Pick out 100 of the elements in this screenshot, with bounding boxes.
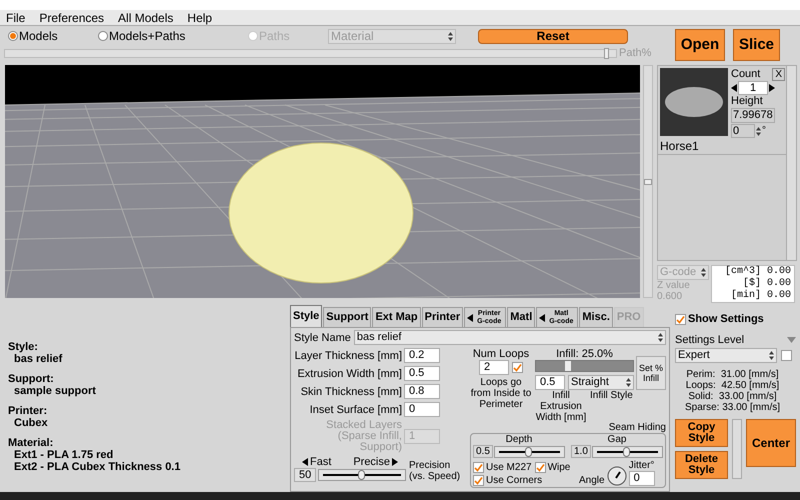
path-slider[interactable] [4, 48, 617, 58]
depth-label: Depth [506, 434, 532, 445]
model-thumbnail[interactable] [660, 68, 728, 136]
slider-thumb[interactable] [623, 446, 630, 456]
num-loops-label: Num Loops [472, 348, 530, 360]
stat-line: [min] 0.00 [730, 290, 791, 302]
jitter-label: Jitter° [628, 460, 654, 471]
checkbox[interactable] [512, 362, 523, 373]
dropdown-triangle-icon[interactable] [787, 336, 796, 343]
summary-value: Ext2 - PLA Cubex Thickness 0.1 [13, 461, 182, 473]
checkbox[interactable] [675, 314, 686, 325]
height-label: Height [731, 95, 764, 108]
menu-item[interactable]: Help [187, 10, 212, 24]
depth-slider[interactable] [494, 446, 565, 458]
menu-item[interactable]: Preferences [39, 10, 104, 24]
setting-field[interactable]: 0.8 [404, 384, 440, 399]
up-down-arrows-icon[interactable] [658, 333, 663, 342]
right-arrow-icon[interactable] [769, 84, 775, 92]
angle-dial-icon[interactable] [606, 466, 627, 486]
set-infill-button[interactable]: Set % Infill [636, 356, 666, 390]
delete-style-button[interactable]: Delete Style [675, 451, 728, 479]
fast-label: Fast [310, 456, 332, 468]
setting-field[interactable]: 0 [404, 402, 440, 417]
left-triangle-icon[interactable] [539, 314, 546, 322]
settings-tab[interactable]: Matl [507, 307, 536, 327]
gap-slider[interactable] [592, 446, 663, 458]
count-field[interactable]: 1 [738, 81, 768, 95]
show-settings-label: Show Settings [688, 312, 764, 327]
view-mode-radio[interactable]: Models+Paths [98, 27, 248, 45]
copy-style-button[interactable]: Copy Style [675, 419, 728, 447]
up-down-arrows-icon[interactable] [626, 378, 631, 387]
reset-button[interactable]: Reset [478, 28, 628, 44]
speed-value: 50 [294, 468, 316, 482]
style-name-select[interactable]: bas relief [354, 330, 666, 345]
speed-line: Perim: 31.00 [mm/s] [686, 369, 779, 380]
checkbox-label: Wipe [548, 462, 570, 473]
field-label: Stacked Layers (Sparse Infill, Support) [325, 420, 402, 453]
count-label: Count [731, 68, 762, 81]
infill-width-field[interactable]: 0.5 [535, 375, 565, 390]
settings-tab[interactable]: Printer [422, 307, 464, 327]
field-label: Inset Surface [mm] [310, 404, 402, 416]
slider-thumb[interactable] [565, 361, 572, 371]
menu-item[interactable]: All Models [118, 10, 174, 24]
setting-field[interactable]: 0.5 [404, 366, 440, 381]
vertical-scrollbar[interactable] [732, 419, 742, 479]
up-down-arrows-icon[interactable] [756, 126, 761, 136]
depth-value: 0.5 [473, 445, 493, 458]
field-label: Skin Thickness [mm] [300, 386, 402, 398]
slider-thumb[interactable] [644, 178, 652, 184]
speed-slider[interactable] [318, 469, 406, 481]
center-button[interactable]: Center [746, 419, 796, 467]
open-button[interactable]: Open [675, 29, 725, 61]
settings-tab[interactable]: Style [290, 305, 322, 327]
num-loops-field[interactable]: 2 [479, 360, 509, 375]
slice-button[interactable]: Slice [733, 29, 780, 61]
infill-slider[interactable] [535, 360, 634, 372]
checkbox[interactable] [473, 462, 484, 473]
angle-field[interactable]: 0 [731, 124, 755, 138]
models-scrollbar[interactable] [786, 66, 796, 260]
settings-level-select[interactable]: Expert [675, 348, 777, 363]
summary-heading: Printer: [8, 405, 48, 417]
field-label: Extrusion Width [mm] [297, 368, 402, 380]
close-button[interactable]: X [772, 68, 785, 81]
checkbox[interactable] [534, 462, 546, 473]
slider-thumb[interactable] [358, 470, 366, 480]
left-arrow-icon[interactable] [731, 84, 737, 92]
right-triangle-icon[interactable] [392, 458, 398, 466]
up-down-arrows-icon[interactable] [701, 268, 706, 277]
seam-hiding-label: Seam Hiding [608, 423, 666, 433]
checkbox-label: Use M227 [486, 462, 532, 473]
up-down-arrows-icon[interactable] [448, 32, 453, 40]
settings-level-label: Settings Level [675, 332, 744, 348]
settings-tab[interactable]: Support [323, 307, 372, 327]
loops-direction-label: Loops go from Inside to Perimeter [470, 377, 532, 410]
jitter-field[interactable]: 0 [628, 471, 655, 486]
left-triangle-icon[interactable] [302, 458, 308, 466]
speed-line: Loops: 42.50 [mm/s] [686, 380, 780, 391]
precise-label: Precise [353, 456, 390, 468]
checkbox[interactable] [781, 350, 792, 361]
view-mode-radio[interactable]: Models [8, 27, 98, 45]
settings-tab[interactable]: Misc. [579, 307, 613, 327]
slider-thumb[interactable] [525, 446, 532, 456]
left-triangle-icon[interactable] [467, 314, 474, 322]
height-field: 7.99678 [731, 108, 775, 123]
slider-thumb[interactable] [604, 48, 609, 58]
infill-style-select[interactable]: Straight [568, 375, 634, 390]
setting-field[interactable]: 0.2 [404, 348, 440, 363]
vertical-slider[interactable] [643, 65, 653, 298]
field-label: Layer Thickness [mm] [294, 350, 402, 362]
summary-value: Ext1 - PLA 1.75 red [13, 449, 114, 461]
z-value: 0.600 [657, 291, 684, 302]
precision-label: Precision (vs. Speed) [409, 459, 462, 482]
settings-tab[interactable]: Ext Map [372, 307, 421, 327]
stat-line: [cm^3] 0.00 [724, 266, 791, 278]
model-name[interactable]: Horse1 [658, 140, 786, 153]
angle-label: Angle [579, 475, 605, 486]
infill-width-label: Infill Extrusion Width [mm] [535, 390, 587, 423]
menu-item[interactable]: File [6, 10, 26, 24]
up-down-arrows-icon[interactable] [769, 351, 774, 360]
checkbox[interactable] [473, 475, 484, 486]
